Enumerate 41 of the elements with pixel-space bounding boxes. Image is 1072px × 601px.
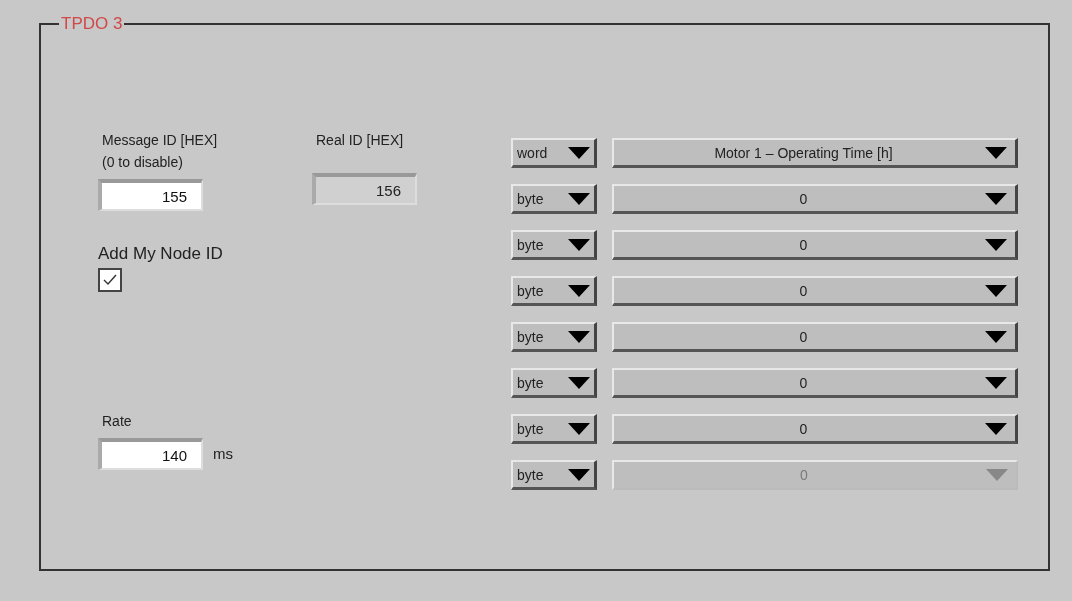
dropdown-arrow-icon xyxy=(568,422,590,435)
checkbox[interactable] xyxy=(98,268,122,292)
group-title: TPDO 3 xyxy=(60,14,124,34)
type-dropdown[interactable]: word xyxy=(511,138,597,168)
unit-label: ms xyxy=(213,444,233,462)
message-id-field[interactable]: 155 xyxy=(98,179,203,211)
field-label: Rate xyxy=(101,412,133,431)
dropdown-arrow-icon xyxy=(985,422,1007,435)
dropdown-arrow-icon xyxy=(985,376,1007,389)
value-dropdown[interactable]: 0 xyxy=(612,276,1018,306)
type-dropdown[interactable]: byte xyxy=(511,414,597,444)
dropdown-arrow-icon xyxy=(985,192,1007,205)
dropdown-arrow-icon xyxy=(568,192,590,205)
field-label: Real ID [HEX] xyxy=(315,131,405,150)
dropdown-arrow-icon xyxy=(568,238,590,251)
checkmark-icon xyxy=(102,272,118,288)
dropdown-arrow-icon xyxy=(986,469,1008,481)
value-dropdown[interactable]: 0 xyxy=(612,184,1018,214)
value-dropdown[interactable]: Motor 1 – Operating Time [h] xyxy=(612,138,1018,168)
type-dropdown[interactable]: byte xyxy=(511,276,597,306)
dropdown-arrow-icon xyxy=(568,330,590,343)
type-dropdown[interactable]: byte xyxy=(511,322,597,352)
value-dropdown[interactable]: 0 xyxy=(612,322,1018,352)
type-dropdown[interactable]: byte xyxy=(511,368,597,398)
dropdown-arrow-icon xyxy=(985,146,1007,159)
value-dropdown[interactable]: 0 xyxy=(612,368,1018,398)
value-dropdown[interactable]: 0 xyxy=(612,414,1018,444)
value-dropdown[interactable]: 0 xyxy=(612,230,1018,260)
type-dropdown[interactable]: byte xyxy=(511,230,597,260)
dropdown-arrow-icon xyxy=(985,284,1007,297)
dropdown-arrow-icon xyxy=(985,330,1007,343)
field-note: (0 to disable) xyxy=(101,153,184,172)
dropdown-arrow-icon xyxy=(568,284,590,297)
rate-field[interactable]: 140 xyxy=(98,438,203,470)
type-dropdown[interactable]: byte xyxy=(511,184,597,214)
field-label: Message ID [HEX] xyxy=(101,131,219,150)
dropdown-arrow-icon xyxy=(568,376,590,389)
dropdown-arrow-icon xyxy=(568,146,590,159)
dropdown-arrow-icon xyxy=(985,238,1007,251)
checkbox-label: Add My Node ID xyxy=(98,243,224,265)
dropdown-arrow-icon xyxy=(568,468,590,481)
